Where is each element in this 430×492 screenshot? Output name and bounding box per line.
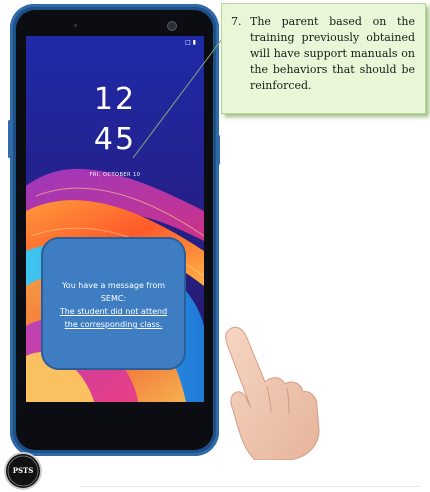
phone-bottom-bezel	[26, 402, 204, 426]
notification-link-line-1[interactable]: The student did not attend	[43, 305, 184, 318]
clock-hour: 12	[93, 82, 137, 117]
divider	[80, 486, 420, 487]
notification-line-1: You have a message from	[61, 281, 166, 290]
front-camera-icon	[167, 21, 177, 31]
lock-date: FRI, OCTOBER 10	[89, 172, 141, 178]
logo-text: PSTS	[12, 466, 34, 475]
hand-pointing-icon	[225, 326, 320, 460]
clock-minute: 45	[93, 122, 137, 157]
callout-number: 7.	[231, 15, 242, 28]
volume-button	[8, 120, 11, 158]
logo-badge: PSTS	[4, 452, 42, 490]
notification-link-line-2[interactable]: the corresponding class.	[43, 318, 184, 331]
power-button	[217, 135, 220, 165]
callout-text: The parent based on the training previou…	[250, 15, 415, 92]
proximity-sensor	[74, 24, 77, 27]
status-bar-icons: □ ▮	[185, 39, 196, 46]
notification-line-2: SEMC:	[100, 294, 127, 303]
instruction-callout: 7. The parent based on the training prev…	[221, 3, 426, 114]
message-notification[interactable]: You have a message from SEMC: The studen…	[41, 237, 186, 370]
